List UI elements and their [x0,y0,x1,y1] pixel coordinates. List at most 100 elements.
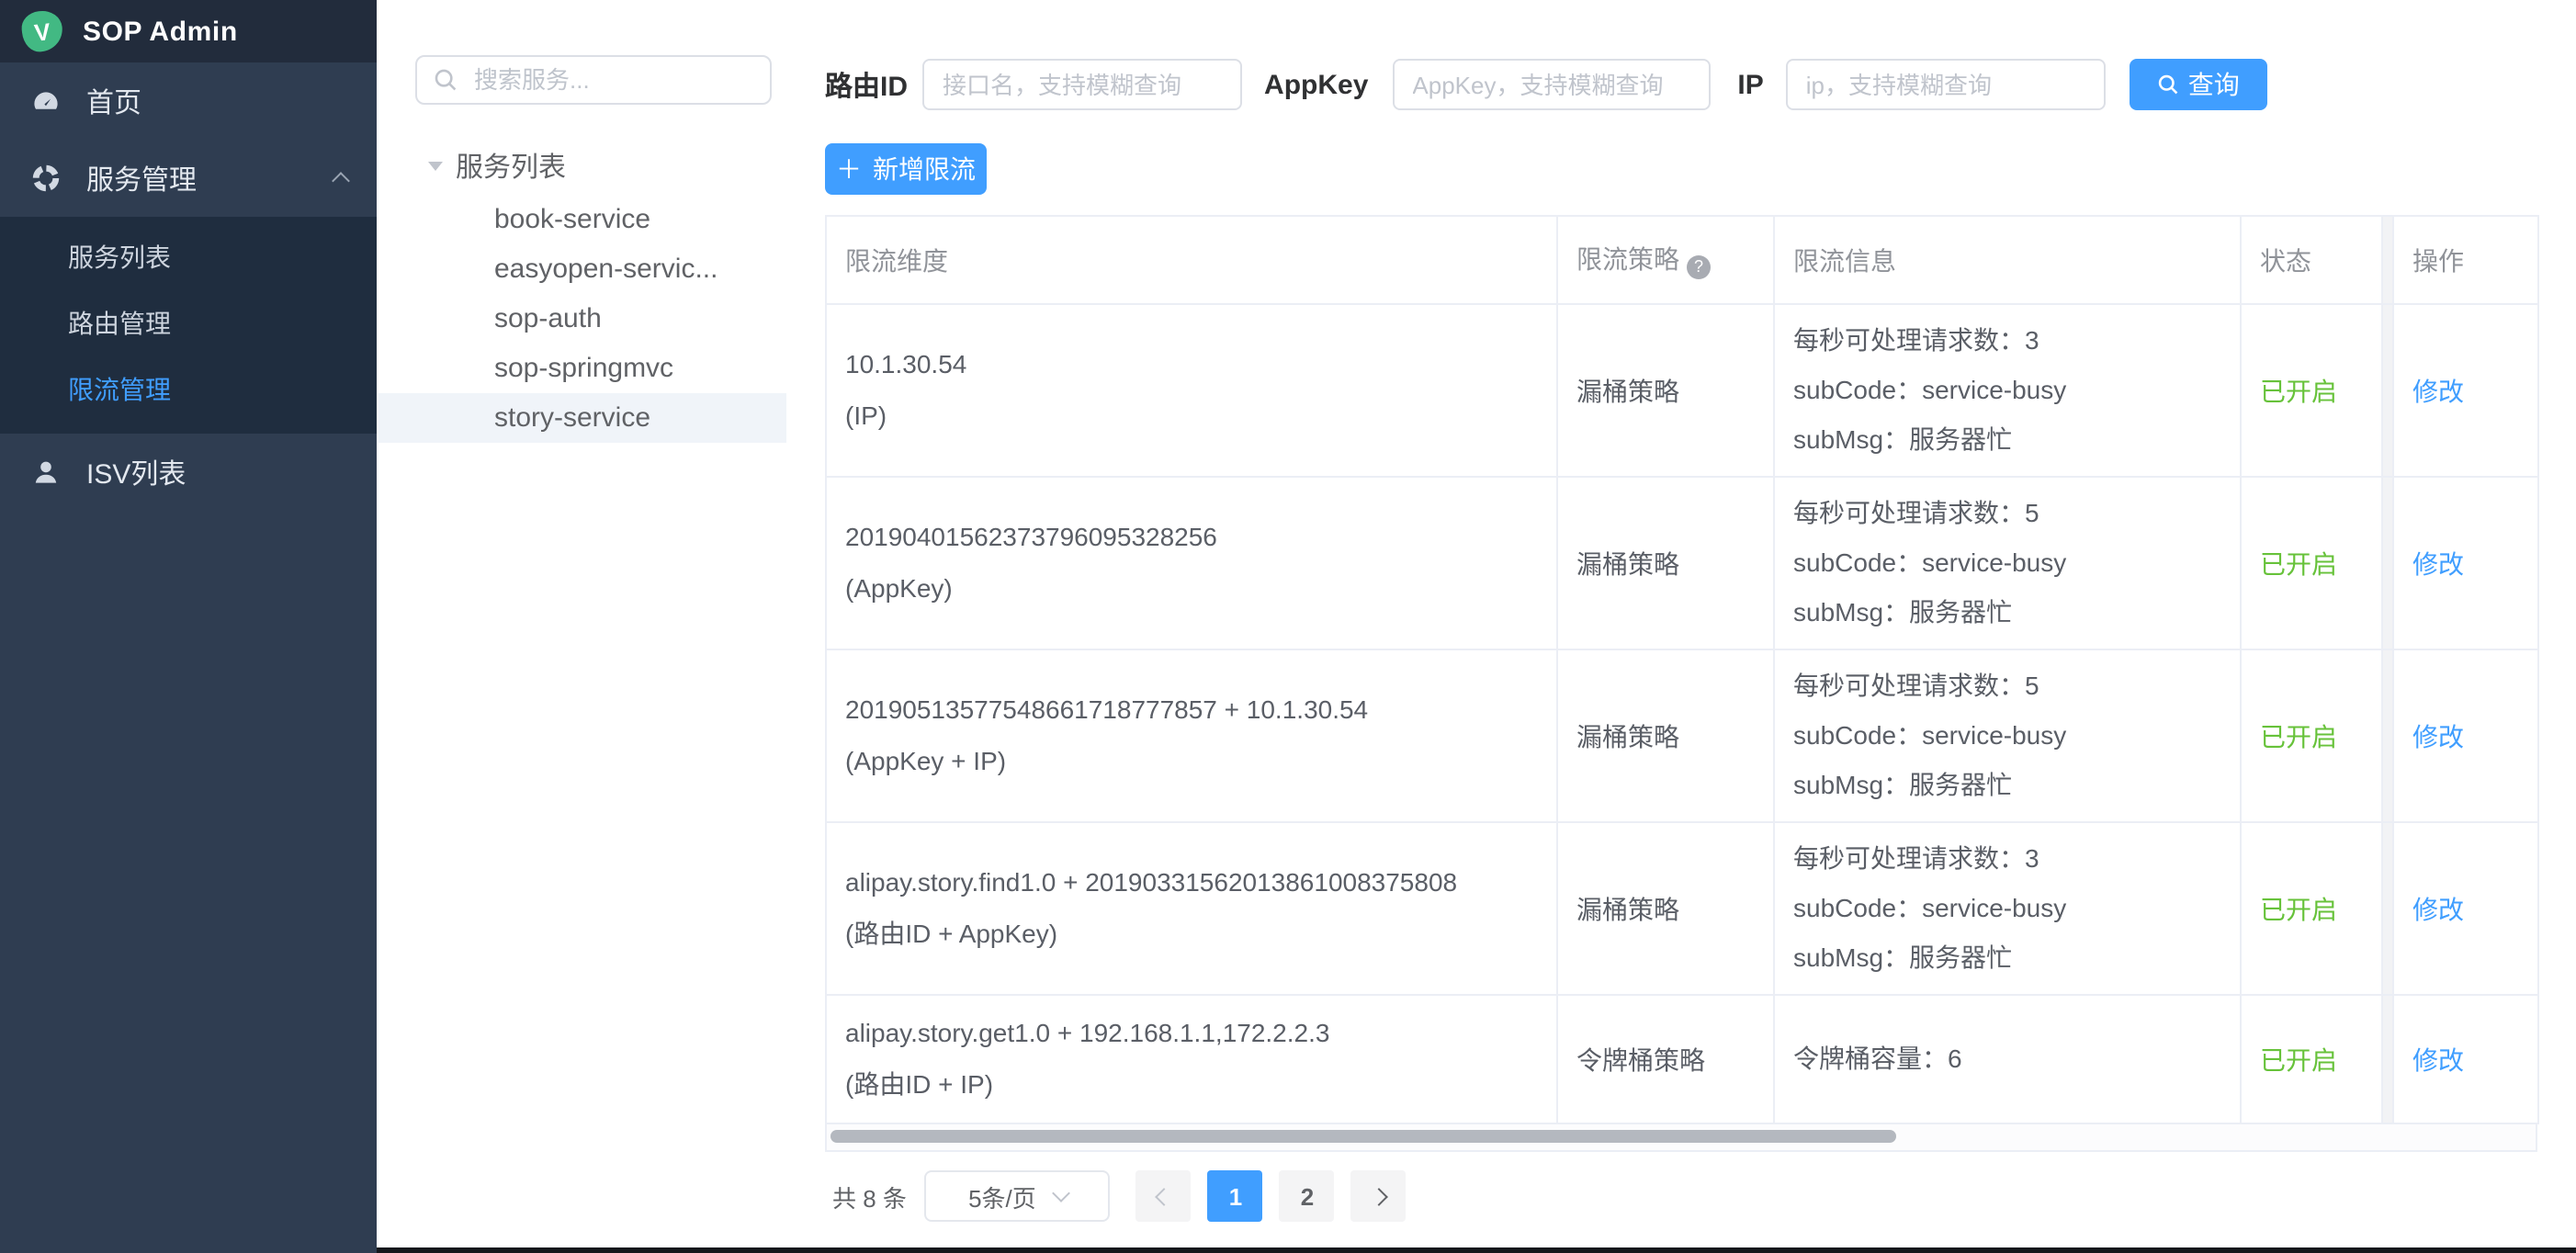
limit-strategy: 漏桶策略 [1557,304,1774,477]
search-icon [434,68,458,92]
limit-info-line: subMsg：服务器忙 [1793,588,2240,638]
appkey-label: AppKey [1264,69,1368,100]
fixed-column-gutter [2382,216,2393,304]
service-tree: book-service easyopen-servic... sop-auth… [378,195,786,443]
table-row: 20190401562373796095328256 (AppKey) 漏桶策略… [826,477,2538,649]
sidebar-item-label: 服务管理 [86,159,197,198]
tree-root-label: 服务列表 [456,147,566,186]
prev-page-button[interactable] [1136,1170,1192,1222]
route-id-label: 路由ID [825,65,908,104]
limit-dimension-type: (AppKey) [845,563,1556,614]
tree-root-service-list[interactable]: 服务列表 [378,141,786,191]
table-row: 10.1.30.54 (IP) 漏桶策略 每秒可处理请求数：3 subCode：… [826,304,2538,477]
filter-bar: 路由ID AppKey IP 查询 [825,59,2267,110]
tree-node-book-service[interactable]: book-service [378,195,786,244]
tree-node-sop-springmvc[interactable]: sop-springmvc [378,344,786,393]
page-size-value: 5条/页 [968,1179,1036,1213]
sidebar-item-route-mgmt[interactable]: 路由管理 [0,290,377,356]
limit-dimension-type: (IP) [845,390,1556,441]
app-title: SOP Admin [83,16,238,47]
bottom-edge-strip [377,1247,2576,1253]
page: V SOP Admin 首页 服务管理 服务列表 路由管理 限 [0,0,2576,1253]
table-row: 20190513577548661718777857 + 10.1.30.54 … [826,649,2538,822]
table-row: alipay.story.find1.0 + 20190331562013861… [826,822,2538,995]
status-badge: 已开启 [2260,721,2337,751]
col-header-status: 状态 [2241,216,2382,304]
query-button-label: 查询 [2188,66,2240,103]
limit-info-line: subMsg：服务器忙 [1793,761,2240,811]
limit-info-line: subMsg：服务器忙 [1793,415,2240,466]
modify-link[interactable]: 修改 [2412,894,2464,923]
chevron-right-icon [1370,1187,1388,1205]
tree-node-story-service[interactable]: story-service [378,393,786,443]
chevron-up-icon [332,172,350,190]
sidebar-item-label: ISV列表 [86,453,186,491]
limit-info-line: 令牌桶容量：6 [1793,1034,2240,1085]
query-button[interactable]: 查询 [2130,59,2267,110]
page-button-2[interactable]: 2 [1280,1170,1335,1222]
col-header-action: 操作 [2393,216,2538,304]
sidebar-item-isv-list[interactable]: ISV列表 [0,434,377,511]
dashboard-icon [31,86,61,116]
col-header-info: 限流信息 [1774,216,2241,304]
table-header-row: 限流维度 限流策略? 限流信息 状态 操作 [826,216,2538,304]
limit-info-line: subMsg：服务器忙 [1793,933,2240,984]
add-limit-button-label: 新增限流 [873,151,976,187]
user-icon [31,457,61,487]
limit-dimension: 20190401562373796095328256 [845,513,1556,563]
plus-icon: ＋ [836,155,862,181]
tree-node-easyopen-service[interactable]: easyopen-servic... [378,244,786,294]
modify-link[interactable]: 修改 [2412,721,2464,751]
limit-dimension: 10.1.30.54 [845,340,1556,390]
sidebar-nav: 首页 服务管理 服务列表 路由管理 限流管理 ISV列表 [0,62,377,511]
limit-dimension: alipay.story.get1.0 + 192.168.1.1,172.2.… [845,1009,1556,1059]
help-icon[interactable]: ? [1687,255,1711,279]
sidebar-item-service-list[interactable]: 服务列表 [0,224,377,290]
next-page-button[interactable] [1351,1170,1407,1222]
table-row: alipay.story.get1.0 + 192.168.1.1,172.2.… [826,995,2538,1123]
limit-info-line: subCode：service-busy [1793,366,2240,416]
col-header-strategy: 限流策略? [1557,216,1774,304]
caret-down-icon [428,162,443,171]
service-icon [31,164,61,193]
limit-dimension-type: (路由ID + AppKey) [845,909,1556,959]
limit-dimension: 20190513577548661718777857 + 10.1.30.54 [845,685,1556,736]
limit-info-line: subCode：service-busy [1793,884,2240,934]
route-id-input[interactable] [922,59,1242,110]
limit-info-line: 每秒可处理请求数：3 [1793,833,2240,884]
pagination-total: 共 8 条 [832,1179,907,1213]
limit-strategy: 漏桶策略 [1557,649,1774,822]
horizontal-scrollbar-track[interactable] [825,1124,2537,1152]
horizontal-scrollbar-thumb[interactable] [830,1130,1896,1143]
ip-input[interactable] [1786,59,2106,110]
sidebar-item-limit-mgmt[interactable]: 限流管理 [0,356,377,423]
sidebar-item-home[interactable]: 首页 [0,62,377,140]
modify-link[interactable]: 修改 [2412,376,2464,405]
sidebar-item-service-mgmt[interactable]: 服务管理 [0,140,377,217]
limit-info-line: 每秒可处理请求数：5 [1793,660,2240,711]
app-logo-band: V SOP Admin [0,0,377,62]
add-limit-button[interactable]: ＋ 新增限流 [825,143,987,195]
service-search-input[interactable] [470,64,735,96]
search-icon [2157,73,2179,96]
appkey-input[interactable] [1392,59,1710,110]
status-badge: 已开启 [2260,894,2337,923]
limit-info-line: 每秒可处理请求数：3 [1793,315,2240,366]
col-header-dimension: 限流维度 [826,216,1557,304]
status-badge: 已开启 [2260,376,2337,405]
tree-node-sop-auth[interactable]: sop-auth [378,294,786,344]
limit-strategy: 漏桶策略 [1557,822,1774,995]
page-button-1[interactable]: 1 [1208,1170,1263,1222]
service-search-box [415,55,772,105]
modify-link[interactable]: 修改 [2412,548,2464,578]
limit-info-line: 每秒可处理请求数：5 [1793,488,2240,538]
sidebar-submenu: 服务列表 路由管理 限流管理 [0,217,377,434]
page-size-select[interactable]: 5条/页 [925,1170,1111,1222]
limit-dimension-type: (AppKey + IP) [845,736,1556,786]
modify-link[interactable]: 修改 [2412,1044,2464,1074]
pagination: 共 8 条 5条/页 1 2 [832,1170,1423,1222]
status-badge: 已开启 [2260,1044,2337,1074]
limit-dimension-type: (路由ID + IP) [845,1059,1556,1110]
chevron-left-icon [1155,1187,1173,1205]
chevron-down-icon [1052,1184,1070,1202]
